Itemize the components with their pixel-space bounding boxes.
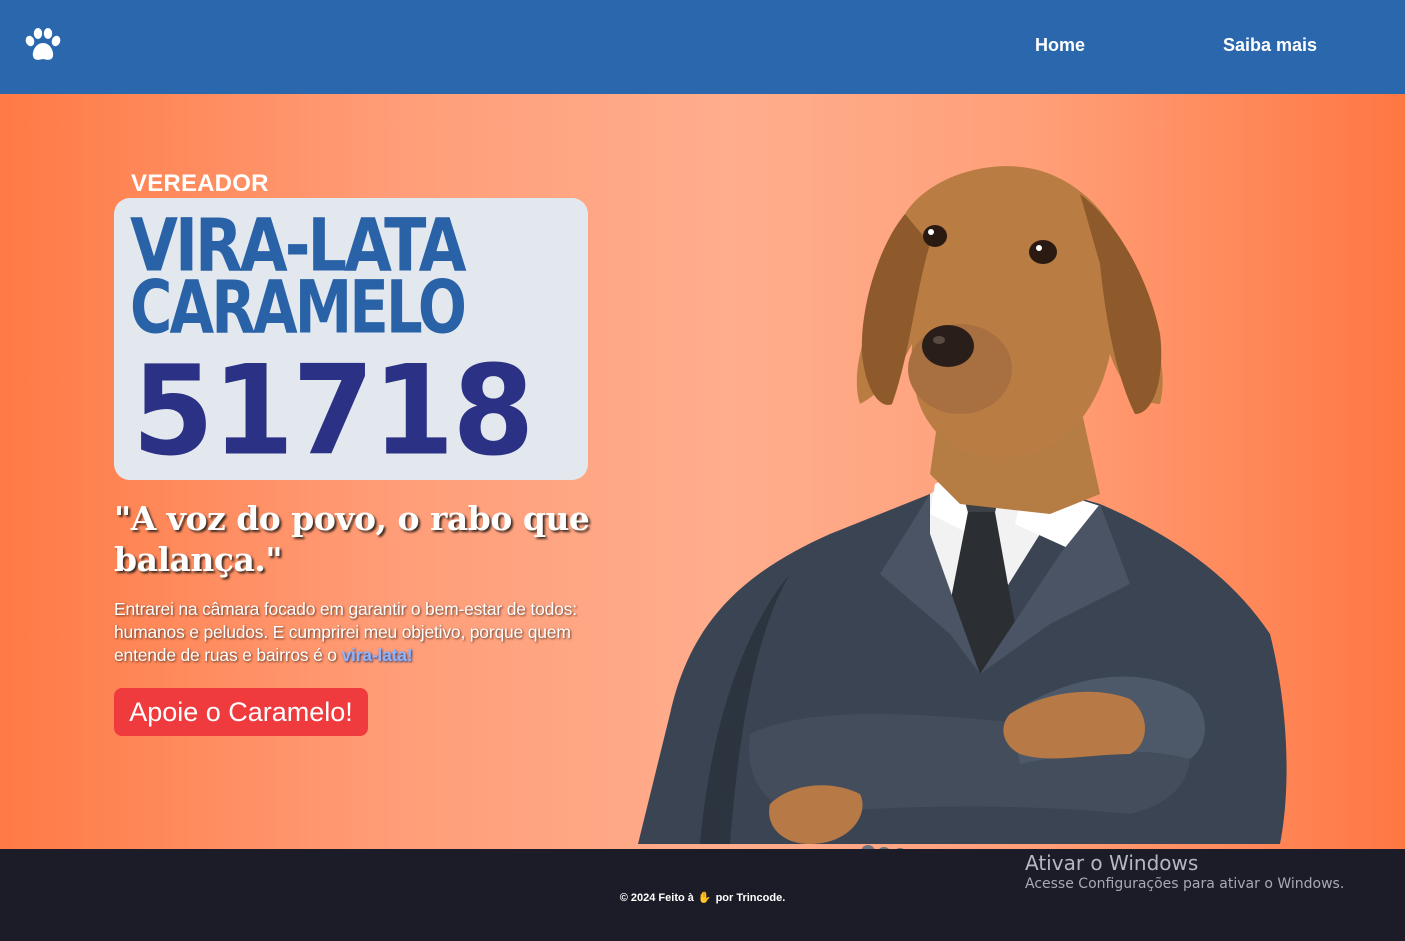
windows-activation-subtitle: Acesse Configurações para ativar o Windo…	[1025, 876, 1345, 892]
support-button[interactable]: Apoie o Caramelo!	[114, 688, 368, 736]
candidate-number: 51718	[132, 338, 535, 483]
footer-suffix: por Trincode.	[715, 892, 786, 904]
nav-link-saiba-mais[interactable]: Saiba mais	[1223, 35, 1317, 56]
hero-description: Entrarei na câmara focado em garantir o …	[114, 598, 582, 667]
top-navbar: Home Saiba mais	[0, 0, 1405, 94]
footer-credits: © 2024 Feito à ✋ por Trincode.	[0, 891, 1405, 904]
footer-prefix: © 2024 Feito à	[619, 892, 694, 904]
candidate-name-card: VIRA-LATA CARAMELO 51718	[114, 198, 588, 483]
nav-link-home[interactable]: Home	[1035, 35, 1085, 56]
hero-section: VEREADOR VIRA-LATA CARAMELO 51718 "A voz…	[0, 94, 1405, 849]
vira-lata-link[interactable]: vira-lata!	[342, 645, 413, 665]
windows-activation-title: Ativar o Windows	[1025, 851, 1199, 875]
paw-icon[interactable]	[24, 28, 62, 62]
office-label: VEREADOR	[131, 170, 269, 197]
waving-hand-icon: ✋	[697, 892, 712, 904]
slogan: "A voz do povo, o rabo que balança."	[114, 499, 590, 579]
dog-in-suit-illustration	[638, 166, 1287, 849]
